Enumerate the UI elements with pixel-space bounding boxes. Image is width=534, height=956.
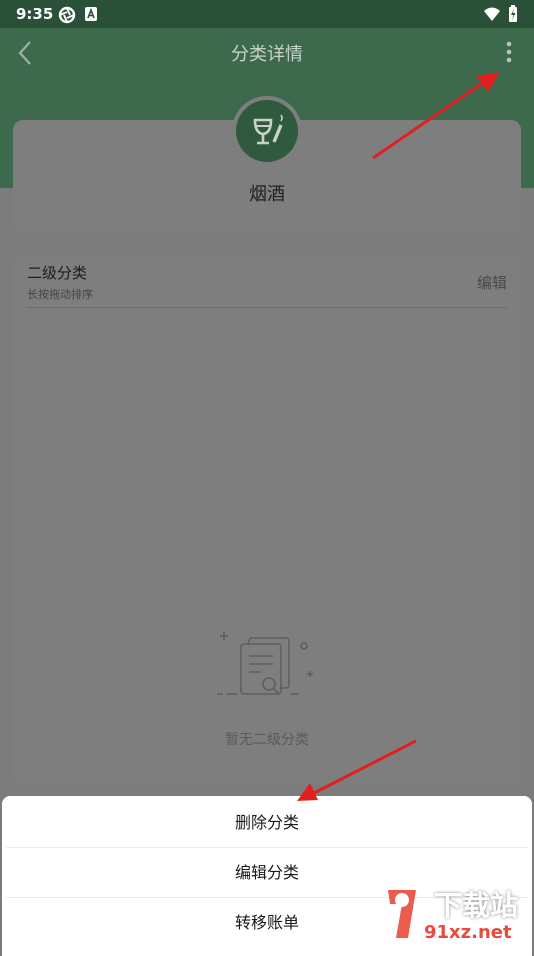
empty-state-text: 暂无二级分类 xyxy=(225,732,309,748)
category-icon-ring xyxy=(232,96,302,166)
site-watermark: 下载站 91xz.net xyxy=(380,880,530,946)
aperture-icon xyxy=(58,6,76,24)
category-name: 烟酒 xyxy=(249,184,285,205)
sort-hint: 长按拖动排序 xyxy=(27,288,93,301)
more-options-icon[interactable] xyxy=(498,38,520,68)
notification-a-icon xyxy=(85,7,97,21)
status-bar: 9:35 xyxy=(0,0,534,28)
page-title: 分类详情 xyxy=(231,44,303,65)
category-icon-circle xyxy=(236,100,298,162)
empty-document-icon xyxy=(217,632,313,695)
divider xyxy=(27,307,507,308)
wifi-icon xyxy=(484,7,500,21)
wine-cigarette-icon xyxy=(253,114,283,145)
app-header: 分类详情 xyxy=(0,28,534,78)
watermark-url: 91xz.net xyxy=(424,922,512,943)
status-time: 9:35 xyxy=(16,5,54,23)
delete-category-menu-item[interactable]: 删除分类 xyxy=(2,798,532,848)
sub-category-title: 二级分类 xyxy=(27,264,88,282)
battery-charging-icon xyxy=(509,5,517,22)
edit-sub-category-button[interactable]: 编辑 xyxy=(477,272,507,293)
watermark-title: 下载站 xyxy=(434,889,519,922)
sub-category-card: 二级分类 长按拖动排序 编辑 暂无二级分类 xyxy=(13,254,521,784)
